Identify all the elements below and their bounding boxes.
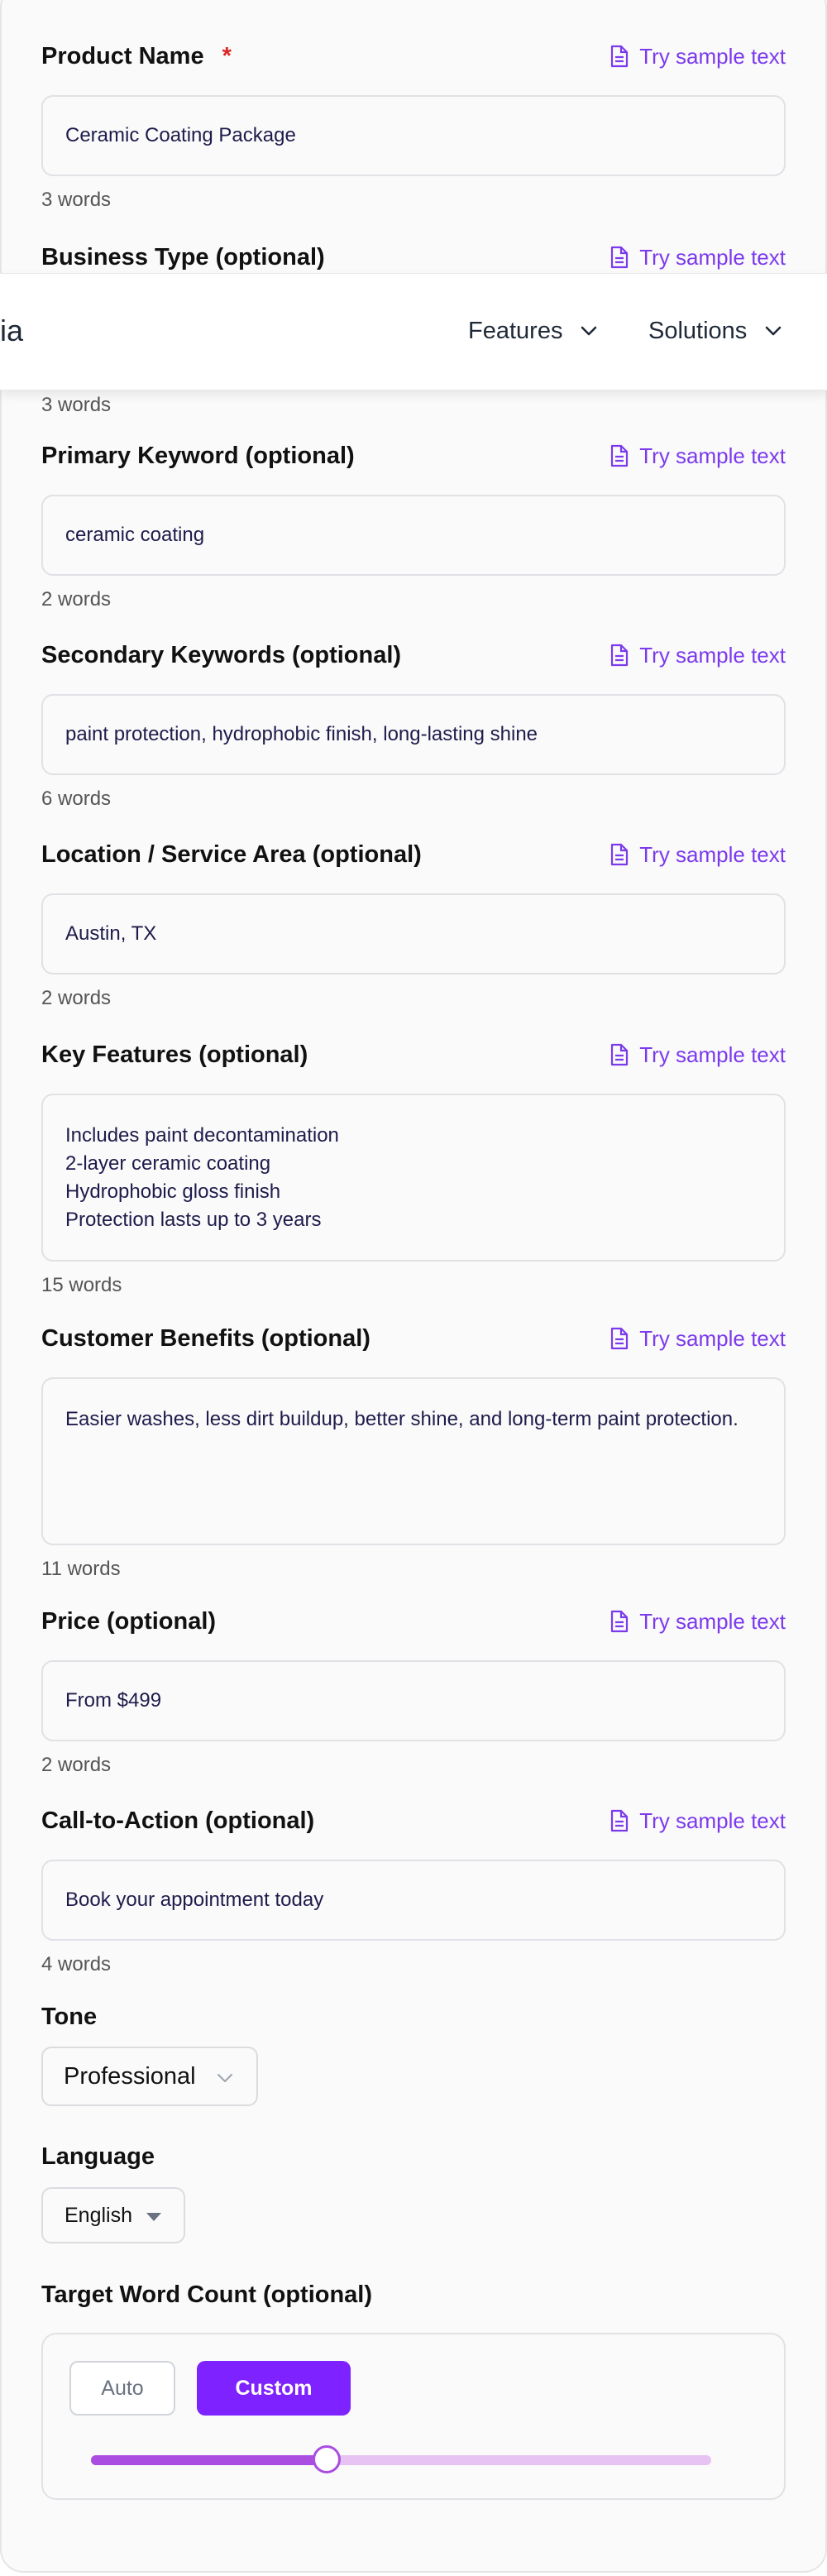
try-sample-link[interactable]: Try sample text bbox=[609, 241, 786, 274]
try-sample-link[interactable]: Try sample text bbox=[609, 1605, 786, 1638]
language-select[interactable]: English bbox=[41, 2187, 185, 2243]
product-name-input[interactable]: Ceramic Coating Package bbox=[41, 95, 786, 176]
word-count: 2 words bbox=[41, 987, 112, 1009]
try-sample-label: Try sample text bbox=[639, 841, 786, 867]
try-sample-label: Try sample text bbox=[639, 1041, 786, 1067]
price-input[interactable]: From $499 bbox=[41, 1660, 786, 1741]
try-sample-link[interactable]: Try sample text bbox=[609, 439, 786, 472]
word-count-label: Target Word Count (optional) bbox=[41, 2282, 373, 2308]
field-label: Key Features (optional) bbox=[41, 1041, 308, 1068]
nav-solutions-label: Solutions bbox=[648, 317, 748, 344]
try-sample-label: Try sample text bbox=[639, 43, 786, 69]
tone-selected-value: Professional bbox=[64, 2062, 196, 2090]
field-label: Secondary Keywords (optional) bbox=[41, 642, 402, 668]
input-value: ceramic coating bbox=[65, 524, 205, 546]
try-sample-link[interactable]: Try sample text bbox=[609, 40, 786, 73]
document-icon bbox=[611, 444, 629, 467]
chevron-down-icon bbox=[218, 2074, 232, 2082]
document-icon bbox=[611, 45, 629, 68]
word-count: 6 words bbox=[41, 788, 112, 810]
document-icon bbox=[611, 1809, 629, 1832]
nav-solutions[interactable]: Solutions bbox=[648, 310, 782, 352]
field-key-features: Key Features (optional) Try sample text … bbox=[41, 1038, 786, 1298]
nav-features-label: Features bbox=[468, 317, 563, 344]
document-icon bbox=[611, 1043, 629, 1066]
field-location: Location / Service Area (optional) Try s… bbox=[41, 838, 786, 1011]
tone-label: Tone bbox=[41, 2004, 98, 2030]
field-call-to-action: Call-to-Action (optional) Try sample tex… bbox=[41, 1804, 786, 1977]
word-count-slider[interactable] bbox=[91, 2445, 711, 2473]
try-sample-link[interactable]: Try sample text bbox=[609, 639, 786, 672]
tone-select[interactable]: Professional bbox=[41, 2047, 258, 2106]
input-value: paint protection, hydrophobic finish, lo… bbox=[65, 723, 538, 745]
field-label: Primary Keyword (optional) bbox=[41, 443, 355, 469]
try-sample-label: Try sample text bbox=[639, 244, 786, 270]
document-icon bbox=[611, 1327, 629, 1350]
customer-benefits-textarea[interactable]: Easier washes, less dirt buildup, better… bbox=[41, 1377, 786, 1545]
field-secondary-keywords: Secondary Keywords (optional) Try sample… bbox=[41, 639, 786, 812]
field-primary-keyword: Primary Keyword (optional) Try sample te… bbox=[41, 439, 786, 612]
input-value: Book your appointment today bbox=[65, 1889, 324, 1911]
call-to-action-input[interactable]: Book your appointment today bbox=[41, 1860, 786, 1941]
word-count: 4 words bbox=[41, 1953, 112, 1975]
word-count: 2 words bbox=[41, 1754, 112, 1776]
input-value: Ceramic Coating Package bbox=[65, 124, 296, 146]
auto-button[interactable]: Auto bbox=[69, 2361, 175, 2416]
chevron-down-icon bbox=[581, 326, 597, 336]
field-label: Business Type (optional) bbox=[41, 244, 325, 271]
word-count: 2 words bbox=[41, 588, 112, 610]
try-sample-label: Try sample text bbox=[639, 443, 786, 468]
field-label: Price (optional) bbox=[41, 1608, 217, 1635]
textarea-value: Easier washes, less dirt buildup, better… bbox=[65, 1408, 739, 1430]
word-count: 3 words bbox=[41, 189, 112, 211]
try-sample-link[interactable]: Try sample text bbox=[609, 1038, 786, 1071]
field-product-name: Product Name * Try sample text Ceramic Co… bbox=[41, 40, 786, 213]
document-icon bbox=[611, 246, 629, 269]
top-navbar: ia Features Solutions bbox=[0, 273, 827, 390]
nav-features[interactable]: Features bbox=[468, 310, 597, 352]
input-value: From $499 bbox=[65, 1689, 162, 1712]
word-count-panel: Auto Custom bbox=[41, 2333, 786, 2500]
try-sample-label: Try sample text bbox=[639, 1608, 786, 1634]
slider-fill bbox=[91, 2455, 327, 2465]
primary-keyword-input[interactable]: ceramic coating bbox=[41, 495, 786, 576]
language-selected-value: English bbox=[65, 2203, 132, 2227]
custom-button[interactable]: Custom bbox=[197, 2361, 351, 2416]
field-customer-benefits: Customer Benefits (optional) Try sample … bbox=[41, 1322, 786, 1582]
field-label: Customer Benefits (optional) bbox=[41, 1325, 370, 1352]
field-label: Location / Service Area (optional) bbox=[41, 841, 422, 868]
field-business-type: Business Type (optional) Try sample text bbox=[41, 241, 786, 274]
word-count: 3 words bbox=[41, 394, 112, 416]
logo[interactable]: ia bbox=[0, 310, 23, 352]
field-label: Product Name bbox=[41, 43, 204, 69]
required-mark: * bbox=[222, 43, 232, 69]
language-label: Language bbox=[41, 2143, 155, 2170]
field-price: Price (optional) Try sample text From $4… bbox=[41, 1605, 786, 1778]
try-sample-link[interactable]: Try sample text bbox=[609, 1804, 786, 1837]
document-icon bbox=[611, 843, 629, 866]
try-sample-link[interactable]: Try sample text bbox=[609, 1322, 786, 1355]
chevron-down-icon bbox=[766, 326, 782, 336]
try-sample-label: Try sample text bbox=[639, 1808, 786, 1833]
caret-down-icon bbox=[146, 2213, 161, 2221]
try-sample-label: Try sample text bbox=[639, 642, 786, 668]
textarea-value: Includes paint decontamination 2-layer c… bbox=[65, 1124, 339, 1231]
input-value: Austin, TX bbox=[65, 922, 157, 945]
slider-thumb[interactable] bbox=[313, 2445, 341, 2473]
try-sample-label: Try sample text bbox=[639, 1325, 786, 1351]
word-count: 15 words bbox=[41, 1274, 122, 1296]
document-icon bbox=[611, 1610, 629, 1633]
try-sample-link[interactable]: Try sample text bbox=[609, 838, 786, 871]
secondary-keywords-input[interactable]: paint protection, hydrophobic finish, lo… bbox=[41, 694, 786, 775]
field-label: Call-to-Action (optional) bbox=[41, 1808, 315, 1834]
location-input[interactable]: Austin, TX bbox=[41, 893, 786, 974]
document-icon bbox=[611, 644, 629, 667]
key-features-textarea[interactable]: Includes paint decontamination 2-layer c… bbox=[41, 1094, 786, 1262]
word-count: 11 words bbox=[41, 1558, 121, 1580]
